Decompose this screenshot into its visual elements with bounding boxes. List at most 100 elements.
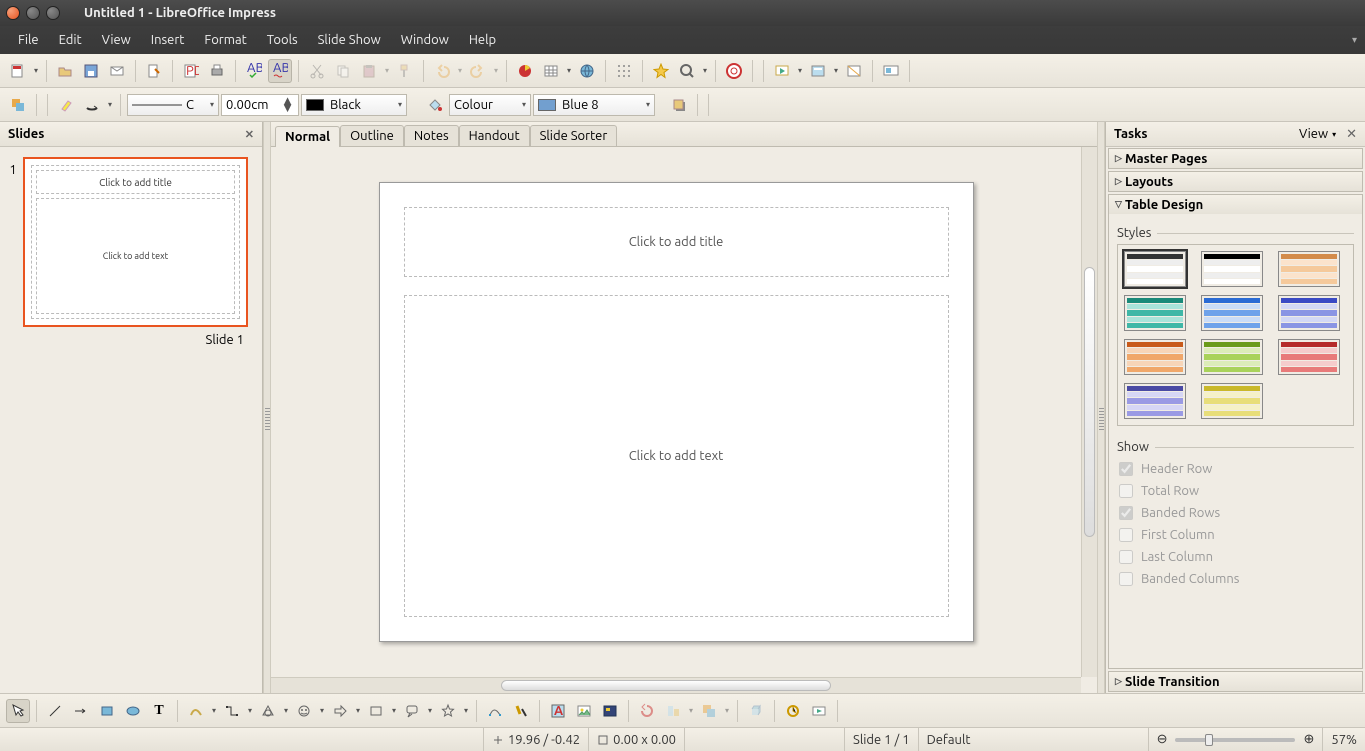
from-file-button[interactable] [572, 699, 596, 723]
slide-show-button[interactable] [770, 59, 794, 83]
chart-button[interactable] [513, 59, 537, 83]
table-style-option[interactable] [1201, 339, 1263, 375]
status-master[interactable]: Default [918, 728, 1148, 751]
zoom-dropdown[interactable]: ▾ [701, 66, 709, 75]
menu-view[interactable]: View [92, 30, 141, 50]
slide-show-dropdown[interactable]: ▾ [796, 66, 804, 75]
table-style-option[interactable] [1201, 383, 1263, 419]
curve-tool-button[interactable] [184, 699, 208, 723]
menu-slideshow[interactable]: Slide Show [308, 30, 391, 50]
line-color-combo[interactable]: Black ▾ [301, 94, 407, 116]
format-paintbrush-button[interactable] [393, 59, 417, 83]
window-minimize-button[interactable] [26, 6, 40, 20]
symbol-shapes-button[interactable] [292, 699, 316, 723]
slides-list[interactable]: 1 Click to add title Click to add text S… [0, 147, 262, 693]
splitter-left[interactable] [263, 122, 271, 693]
zoom-out-icon[interactable]: ⊖ [1157, 732, 1168, 747]
section-layouts[interactable]: ▷Layouts [1109, 172, 1362, 191]
line-style-combo[interactable]: C ▾ [127, 94, 219, 116]
undo-button[interactable] [430, 59, 454, 83]
tab-outline[interactable]: Outline [340, 125, 404, 146]
content-placeholder[interactable]: Click to add text [404, 295, 949, 617]
cut-button[interactable] [305, 59, 329, 83]
table-style-option[interactable] [1278, 295, 1340, 331]
curve-dropdown[interactable]: ▾ [210, 706, 218, 715]
menu-edit[interactable]: Edit [49, 30, 92, 50]
tasks-view-dropdown-icon[interactable]: ▾ [1332, 130, 1336, 139]
email-button[interactable] [105, 59, 129, 83]
grid-button[interactable] [612, 59, 636, 83]
copy-button[interactable] [331, 59, 355, 83]
tab-slidesorter[interactable]: Slide Sorter [530, 125, 618, 146]
menu-tools[interactable]: Tools [257, 30, 308, 50]
animation-button[interactable] [807, 699, 831, 723]
horizontal-scrollbar[interactable] [271, 677, 1081, 693]
area-fill-button[interactable] [423, 93, 447, 117]
slide-canvas[interactable]: Click to add title Click to add text [271, 147, 1081, 677]
highlighting-button[interactable] [54, 93, 78, 117]
arrange-objects-dropdown[interactable]: ▾ [723, 706, 731, 715]
flowchart-dropdown[interactable]: ▾ [390, 706, 398, 715]
tasks-view-menu[interactable]: View [1299, 127, 1328, 141]
new-doc-dropdown[interactable]: ▾ [32, 66, 40, 75]
slide-page[interactable]: Click to add title Click to add text [379, 182, 974, 642]
line-tool-button[interactable] [43, 699, 67, 723]
window-maximize-button[interactable] [46, 6, 60, 20]
open-button[interactable] [53, 59, 77, 83]
slide-thumbnail[interactable]: Click to add title Click to add text [23, 157, 248, 327]
fontwork-button[interactable]: A [546, 699, 570, 723]
table-style-option[interactable] [1278, 251, 1340, 287]
basic-shapes-button[interactable] [256, 699, 280, 723]
edit-file-button[interactable] [142, 59, 166, 83]
extrusion-button[interactable] [744, 699, 768, 723]
arrow-line-button[interactable] [69, 699, 93, 723]
rotate-button[interactable] [635, 699, 659, 723]
help-button[interactable] [722, 59, 746, 83]
connector-tool-button[interactable] [220, 699, 244, 723]
menu-insert[interactable]: Insert [141, 30, 195, 50]
points-edit-button[interactable] [483, 699, 507, 723]
section-master-pages[interactable]: ▷Master Pages [1109, 149, 1362, 168]
shadow-toggle-button[interactable] [667, 93, 691, 117]
slide-design-dropdown[interactable]: ▾ [832, 66, 840, 75]
table-style-option[interactable] [1201, 295, 1263, 331]
area-style-combo[interactable]: Colour ▾ [449, 94, 531, 116]
tab-handout[interactable]: Handout [459, 125, 530, 146]
stars-button[interactable] [436, 699, 460, 723]
connector-dropdown[interactable]: ▾ [246, 706, 254, 715]
table-style-option[interactable] [1124, 251, 1186, 287]
symbol-shapes-dropdown[interactable]: ▾ [318, 706, 326, 715]
redo-dropdown[interactable]: ▾ [492, 66, 500, 75]
menu-format[interactable]: Format [194, 30, 256, 50]
tasks-panel-close-icon[interactable]: ✕ [1346, 127, 1357, 142]
zoom-value[interactable]: 57% [1322, 728, 1365, 751]
tab-normal[interactable]: Normal [275, 126, 340, 147]
arrange-button[interactable] [6, 93, 30, 117]
menu-help[interactable]: Help [459, 30, 506, 50]
area-fill-combo[interactable]: Blue 8 ▾ [533, 94, 655, 116]
block-arrows-button[interactable] [328, 699, 352, 723]
shadow-button[interactable] [80, 93, 104, 117]
menu-file[interactable]: File [8, 30, 49, 50]
stars-dropdown[interactable]: ▾ [462, 706, 470, 715]
table-style-option[interactable] [1124, 295, 1186, 331]
window-close-button[interactable] [6, 6, 20, 20]
callouts-dropdown[interactable]: ▾ [426, 706, 434, 715]
export-pdf-button[interactable]: PDF [179, 59, 203, 83]
undo-dropdown[interactable]: ▾ [456, 66, 464, 75]
save-button[interactable] [79, 59, 103, 83]
shadow-dropdown[interactable]: ▾ [106, 100, 114, 109]
zoom-slider[interactable] [1175, 738, 1295, 742]
table-style-option[interactable] [1278, 339, 1340, 375]
slide-layout-button[interactable] [842, 59, 866, 83]
menu-overflow-icon[interactable]: ▾ [1352, 34, 1357, 46]
auto-spellcheck-button[interactable]: ABC [268, 59, 292, 83]
presentation-button[interactable] [879, 59, 903, 83]
redo-button[interactable] [466, 59, 490, 83]
print-button[interactable] [205, 59, 229, 83]
slides-panel-close-icon[interactable]: ✕ [245, 128, 254, 141]
gluepoints-button[interactable] [509, 699, 533, 723]
table-style-option[interactable] [1124, 339, 1186, 375]
line-width-spinner[interactable]: 0.00cm ▲▼ [221, 94, 299, 116]
ellipse-tool-button[interactable] [121, 699, 145, 723]
